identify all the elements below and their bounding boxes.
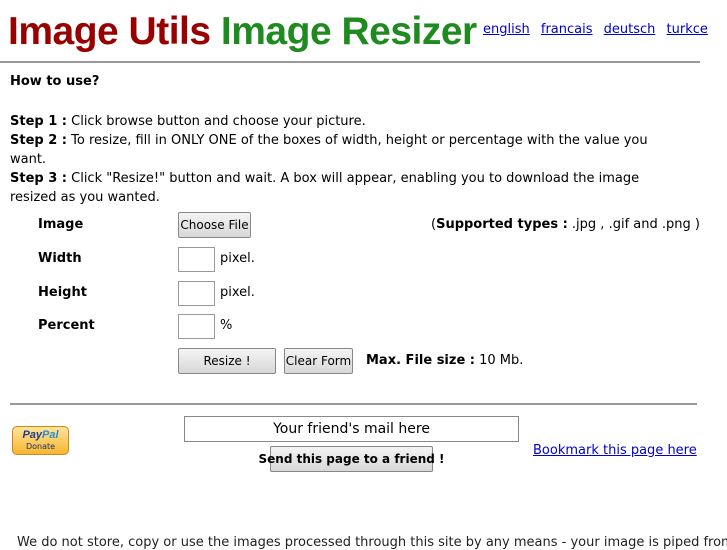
width-input[interactable] (178, 247, 215, 272)
height-unit: pixel. (220, 285, 255, 300)
supported-types: (Supported types : .jpg , .gif and .png … (431, 217, 700, 232)
step-3: Step 3 : Click "Resize!" button and wait… (10, 169, 670, 207)
step-1: Step 1 : Click browse button and choose … (10, 112, 670, 131)
site-title: Image Utils Image Resizer (8, 10, 477, 54)
paypal-donate-button[interactable]: PayPal Donate (12, 426, 69, 455)
friend-email-input[interactable]: Your friend's mail here (184, 416, 519, 442)
percent-input[interactable] (178, 314, 215, 339)
language-links: english francais deutsch turkce (483, 22, 715, 37)
lang-english-link[interactable]: english (483, 22, 530, 37)
supported-label: Supported types : (436, 217, 568, 232)
title-image-resizer: Image Resizer (220, 10, 477, 53)
step-2-text: To resize, fill in ONLY ONE of the boxes… (10, 133, 648, 167)
paypal-donate-label: Donate (25, 442, 56, 451)
header: Image Utils Image Resizer english franca… (0, 0, 727, 62)
form-divider (10, 403, 697, 405)
step-2: Step 2 : To resize, fill in ONLY ONE of … (10, 131, 670, 169)
step-1-label: Step 1 : (10, 114, 67, 129)
choose-file-button[interactable]: Choose File (178, 212, 251, 238)
width-label: Width (38, 251, 82, 266)
paypal-logo: PayPal (13, 429, 68, 442)
step-3-label: Step 3 : (10, 171, 67, 186)
step-1-text: Click browse button and choose your pict… (67, 114, 366, 129)
image-label: Image (38, 217, 84, 232)
bookmark-link[interactable]: Bookmark this page here (533, 443, 697, 458)
height-label: Height (38, 285, 87, 300)
height-input[interactable] (178, 281, 215, 306)
step-2-label: Step 2 : (10, 133, 67, 148)
percent-unit: % (220, 318, 233, 333)
clear-form-button[interactable]: Clear Form (284, 348, 353, 374)
width-unit: pixel. (220, 251, 255, 266)
lang-francais-link[interactable]: francais (541, 22, 593, 37)
privacy-disclaimer: We do not store, copy or use the images … (17, 535, 727, 550)
percent-label: Percent (38, 318, 95, 333)
paypal-logo-pay: Pay (22, 429, 43, 441)
step-3-text: Click "Resize!" button and wait. A box w… (10, 171, 640, 205)
how-to-heading: How to use? (10, 74, 100, 89)
lang-turkce-link[interactable]: turkce (667, 22, 708, 37)
resize-button[interactable]: Resize ! (178, 348, 276, 374)
max-size-label: Max. File size : (366, 353, 475, 368)
header-divider (0, 61, 700, 63)
steps-list: Step 1 : Click browse button and choose … (10, 112, 670, 207)
max-size-value: 10 Mb. (475, 353, 524, 368)
supported-value: .jpg , .gif and .png ) (567, 217, 700, 232)
paypal-logo-pal: Pal (42, 429, 59, 441)
send-to-friend-button[interactable]: Send this page to a friend ! (259, 446, 445, 472)
max-file-size: Max. File size : 10 Mb. (366, 353, 523, 368)
title-image-utils: Image Utils (8, 10, 211, 53)
lang-deutsch-link[interactable]: deutsch (604, 22, 656, 37)
